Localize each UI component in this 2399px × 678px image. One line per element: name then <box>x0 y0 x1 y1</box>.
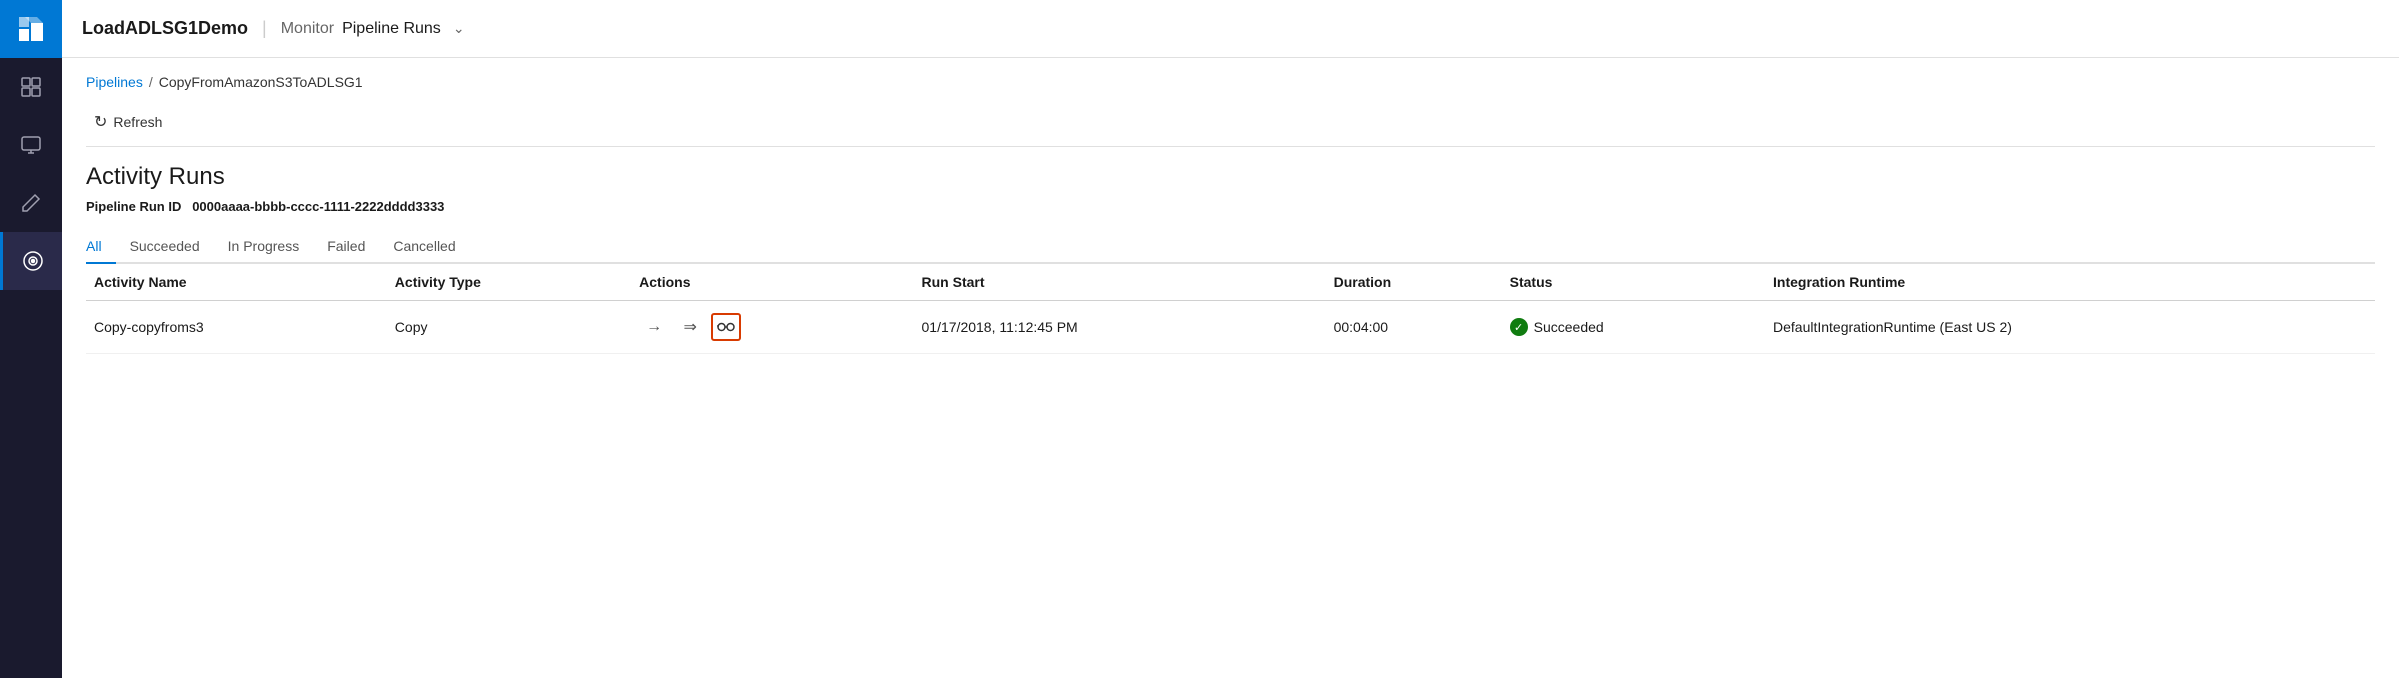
status-text: Succeeded <box>1534 319 1604 335</box>
sidebar <box>0 0 62 678</box>
tab-in-progress[interactable]: In Progress <box>214 230 314 264</box>
tab-all[interactable]: All <box>86 230 116 264</box>
content-area: Pipelines / CopyFromAmazonS3ToADLSG1 ↻ R… <box>62 58 2399 678</box>
col-actions: Actions <box>631 264 913 301</box>
activity-runs-table-container: Activity Name Activity Type Actions Run … <box>86 264 2375 354</box>
col-activity-type: Activity Type <box>387 264 631 301</box>
breadcrumb-separator: / <box>149 74 153 90</box>
action-arrow-right-1[interactable]: → <box>639 313 669 341</box>
col-duration: Duration <box>1326 264 1502 301</box>
divider <box>86 146 2375 147</box>
status-cell: ✓ Succeeded <box>1510 318 1757 336</box>
cell-actions: → ⇒ <box>631 301 913 354</box>
breadcrumb-pipelines-link[interactable]: Pipelines <box>86 74 143 90</box>
filter-tabs: All Succeeded In Progress Failed Cancell… <box>86 230 2375 264</box>
sidebar-item-dashboard[interactable] <box>0 58 62 116</box>
run-id-value: 0000aaaa-bbbb-cccc-1111-2222dddd3333 <box>192 199 444 214</box>
activity-runs-table: Activity Name Activity Type Actions Run … <box>86 264 2375 354</box>
tab-failed[interactable]: Failed <box>313 230 379 264</box>
tab-cancelled[interactable]: Cancelled <box>379 230 469 264</box>
workspace-title: LoadADLSG1Demo <box>82 18 248 39</box>
cell-duration: 00:04:00 <box>1326 301 1502 354</box>
topbar-chevron-icon[interactable]: ⌄ <box>453 20 465 37</box>
topbar-monitor: Monitor <box>281 20 334 38</box>
topbar: LoadADLSG1Demo | Monitor Pipeline Runs ⌄ <box>62 0 2399 58</box>
pipeline-run-id-row: Pipeline Run ID 0000aaaa-bbbb-cccc-1111-… <box>86 199 2375 214</box>
actions-cell: → ⇒ <box>639 313 905 341</box>
col-run-start: Run Start <box>914 264 1326 301</box>
sidebar-item-edit[interactable] <box>0 174 62 232</box>
col-status: Status <box>1502 264 1765 301</box>
col-integration-runtime: Integration Runtime <box>1765 264 2375 301</box>
tab-succeeded[interactable]: Succeeded <box>116 230 214 264</box>
status-success-icon: ✓ <box>1510 318 1528 336</box>
main-content: LoadADLSG1Demo | Monitor Pipeline Runs ⌄… <box>62 0 2399 678</box>
breadcrumb-current-pipeline: CopyFromAmazonS3ToADLSG1 <box>159 74 363 90</box>
section-title: Activity Runs <box>86 163 2375 191</box>
sidebar-item-monitor[interactable] <box>0 116 62 174</box>
cell-integration-runtime: DefaultIntegrationRuntime (East US 2) <box>1765 301 2375 354</box>
refresh-icon: ↻ <box>94 112 107 132</box>
action-glasses-button[interactable] <box>711 313 741 341</box>
cell-run-start: 01/17/2018, 11:12:45 PM <box>914 301 1326 354</box>
table-row: Copy-copyfroms3 Copy → ⇒ <box>86 301 2375 354</box>
refresh-button[interactable]: ↻ Refresh <box>86 106 170 138</box>
refresh-label: Refresh <box>113 114 162 130</box>
run-id-label: Pipeline Run ID <box>86 199 181 214</box>
cell-activity-name: Copy-copyfroms3 <box>86 301 387 354</box>
sidebar-logo <box>0 0 62 58</box>
topbar-pipeline-runs: Pipeline Runs <box>342 20 441 38</box>
cell-activity-type: Copy <box>387 301 631 354</box>
cell-status: ✓ Succeeded <box>1502 301 1765 354</box>
action-arrow-right-2[interactable]: ⇒ <box>675 313 705 341</box>
topbar-separator: | <box>262 18 267 39</box>
breadcrumb: Pipelines / CopyFromAmazonS3ToADLSG1 <box>86 74 2375 90</box>
table-header-row: Activity Name Activity Type Actions Run … <box>86 264 2375 301</box>
sidebar-item-activity[interactable] <box>0 232 62 290</box>
col-activity-name: Activity Name <box>86 264 387 301</box>
